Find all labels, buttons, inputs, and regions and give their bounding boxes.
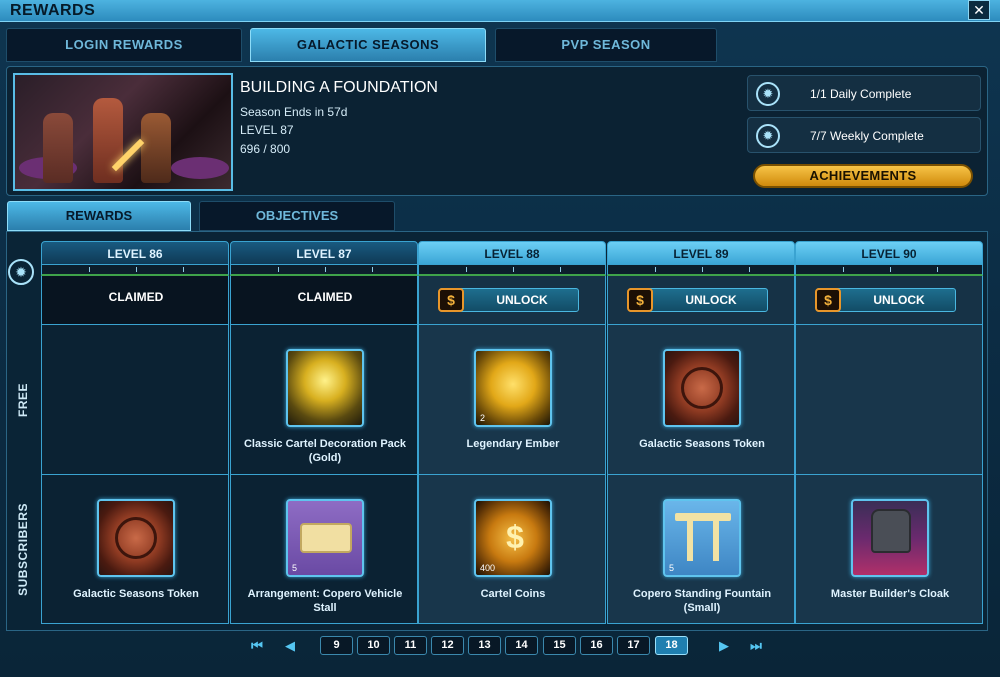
level-column: LEVEL 90 $ UNLOCK Master Builder's Cloak: [795, 241, 983, 624]
page-button[interactable]: 16: [580, 636, 613, 655]
weekly-status: ✹ 7/7 Weekly Complete: [747, 117, 981, 153]
row-label-free: FREE: [16, 382, 30, 417]
claim-state: $ UNLOCK: [795, 276, 983, 325]
tab-pvp-season[interactable]: PVP SEASON: [495, 28, 717, 62]
season-progress: 696 / 800: [240, 142, 291, 156]
cartel-coins-icon[interactable]: $ 400: [474, 499, 552, 577]
prev-page-icon[interactable]: ◀: [280, 637, 300, 655]
page-button[interactable]: 9: [320, 636, 353, 655]
reward-name: Classic Cartel Decoration Pack (Gold): [243, 438, 407, 464]
tab-objectives[interactable]: OBJECTIVES: [199, 201, 395, 231]
cartel-coin-icon: $: [438, 288, 464, 312]
daily-status-text: 1/1 Daily Complete: [810, 87, 912, 101]
item-quantity: 5: [669, 563, 675, 573]
page-button-current[interactable]: 18: [655, 636, 688, 655]
subscriber-reward[interactable]: 5 Arrangement: Copero Vehicle Stall: [230, 475, 418, 624]
last-page-icon[interactable]: ⏭: [746, 637, 766, 655]
rewards-window: REWARDS ✕ LOGIN REWARDS GALACTIC SEASONS…: [0, 0, 1000, 677]
ember-icon[interactable]: 2: [474, 349, 552, 427]
season-name: BUILDING A FOUNDATION: [240, 79, 438, 96]
next-page-icon[interactable]: ▶: [714, 637, 734, 655]
level-header: LEVEL 86: [41, 241, 229, 265]
level-header: LEVEL 88: [418, 241, 606, 265]
galactic-seasons-icon: ✹: [8, 259, 34, 285]
reward-name: Legendary Ember: [466, 438, 560, 450]
reward-name: Master Builder's Cloak: [830, 588, 950, 600]
subscriber-reward[interactable]: Galactic Seasons Token: [41, 475, 229, 624]
reward-name: Copero Standing Fountain (Small): [632, 588, 772, 614]
page-button[interactable]: 11: [394, 636, 427, 655]
page-button[interactable]: 10: [357, 636, 390, 655]
item-quantity: 2: [480, 413, 486, 423]
level-column: LEVEL 87 CLAIMED Classic Cartel Decorati…: [230, 241, 418, 624]
tab-login-rewards[interactable]: LOGIN REWARDS: [6, 28, 242, 62]
achievements-button[interactable]: ACHIEVEMENTS: [753, 164, 973, 188]
page-button[interactable]: 13: [468, 636, 501, 655]
page-button[interactable]: 17: [617, 636, 650, 655]
daily-status: ✹ 1/1 Daily Complete: [747, 75, 981, 111]
top-tab-bar: LOGIN REWARDS GALACTIC SEASONS PVP SEASO…: [6, 28, 990, 62]
level-header: LEVEL 90: [795, 241, 983, 265]
claimed-label: CLAIMED: [297, 290, 353, 304]
unlock-button[interactable]: $ UNLOCK: [438, 288, 579, 312]
free-reward-empty: [41, 325, 229, 475]
claim-state: $ UNLOCK: [418, 276, 606, 325]
level-header: LEVEL 87: [230, 241, 418, 265]
item-quantity: 400: [480, 563, 496, 573]
window-title: REWARDS: [10, 2, 96, 19]
level-column: LEVEL 89 $ UNLOCK Galactic Seasons Token…: [607, 241, 795, 624]
free-reward[interactable]: Galactic Seasons Token: [607, 325, 795, 475]
claim-state: CLAIMED: [230, 276, 418, 325]
page-button[interactable]: 14: [505, 636, 538, 655]
unlock-button[interactable]: $ UNLOCK: [627, 288, 768, 312]
galactic-seasons-icon: ✹: [756, 82, 780, 106]
vehicle-stall-icon[interactable]: 5: [286, 499, 364, 577]
free-reward[interactable]: 2 Legendary Ember: [418, 325, 606, 475]
progress-ticks: [230, 265, 418, 276]
galactic-seasons-icon: ✹: [756, 124, 780, 148]
season-header: BUILDING A FOUNDATION Season Ends in 57d…: [6, 66, 988, 196]
title-bar: REWARDS ✕: [0, 0, 1000, 22]
claim-state: $ UNLOCK: [607, 276, 795, 325]
level-header: LEVEL 89: [607, 241, 795, 265]
reward-name: Arrangement: Copero Vehicle Stall: [247, 588, 403, 614]
season-artwork: [13, 73, 233, 191]
weekly-status-text: 7/7 Weekly Complete: [810, 129, 924, 143]
season-ends: Season Ends in 57d: [240, 105, 348, 119]
decoration-pack-icon[interactable]: [286, 349, 364, 427]
tab-galactic-seasons[interactable]: GALACTIC SEASONS: [250, 28, 486, 62]
subscriber-reward[interactable]: Master Builder's Cloak: [795, 475, 983, 624]
reward-name: Galactic Seasons Token: [639, 438, 765, 450]
unlock-button[interactable]: $ UNLOCK: [815, 288, 956, 312]
free-reward-empty: [795, 325, 983, 475]
free-reward[interactable]: Classic Cartel Decoration Pack (Gold): [230, 325, 418, 475]
cartel-coin-icon: $: [815, 288, 841, 312]
claimed-label: CLAIMED: [108, 290, 164, 304]
subscriber-reward[interactable]: $ 400 Cartel Coins: [418, 475, 606, 624]
season-level: LEVEL 87: [240, 123, 294, 137]
token-icon[interactable]: [663, 349, 741, 427]
level-column: LEVEL 88 $ UNLOCK 2 Legendary Ember $ 40…: [418, 241, 606, 624]
token-icon[interactable]: [97, 499, 175, 577]
progress-ticks: [607, 265, 795, 276]
reward-name: Galactic Seasons Token: [73, 588, 199, 600]
close-button[interactable]: ✕: [968, 0, 990, 20]
fountain-icon[interactable]: 5: [663, 499, 741, 577]
progress-ticks: [795, 265, 983, 276]
progress-ticks: [418, 265, 606, 276]
reward-name: Cartel Coins: [480, 588, 546, 600]
level-pagination: ⏮ ◀ 9 10 11 12 13 14 15 16 17 18 ▶ ⏭: [0, 634, 1000, 658]
progress-ticks: [41, 265, 229, 276]
cloak-icon[interactable]: [851, 499, 929, 577]
level-column: LEVEL 86 CLAIMED Galactic Seasons Token: [41, 241, 229, 624]
claim-state: CLAIMED: [41, 276, 229, 325]
first-page-icon[interactable]: ⏮: [247, 637, 267, 655]
page-button[interactable]: 12: [431, 636, 464, 655]
row-label-subscribers: SUBSCRIBERS: [16, 502, 30, 596]
subscriber-reward[interactable]: 5 Copero Standing Fountain (Small): [607, 475, 795, 624]
cartel-coin-icon: $: [627, 288, 653, 312]
page-button[interactable]: 15: [543, 636, 576, 655]
tab-rewards[interactable]: REWARDS: [7, 201, 191, 231]
item-quantity: 5: [292, 563, 298, 573]
